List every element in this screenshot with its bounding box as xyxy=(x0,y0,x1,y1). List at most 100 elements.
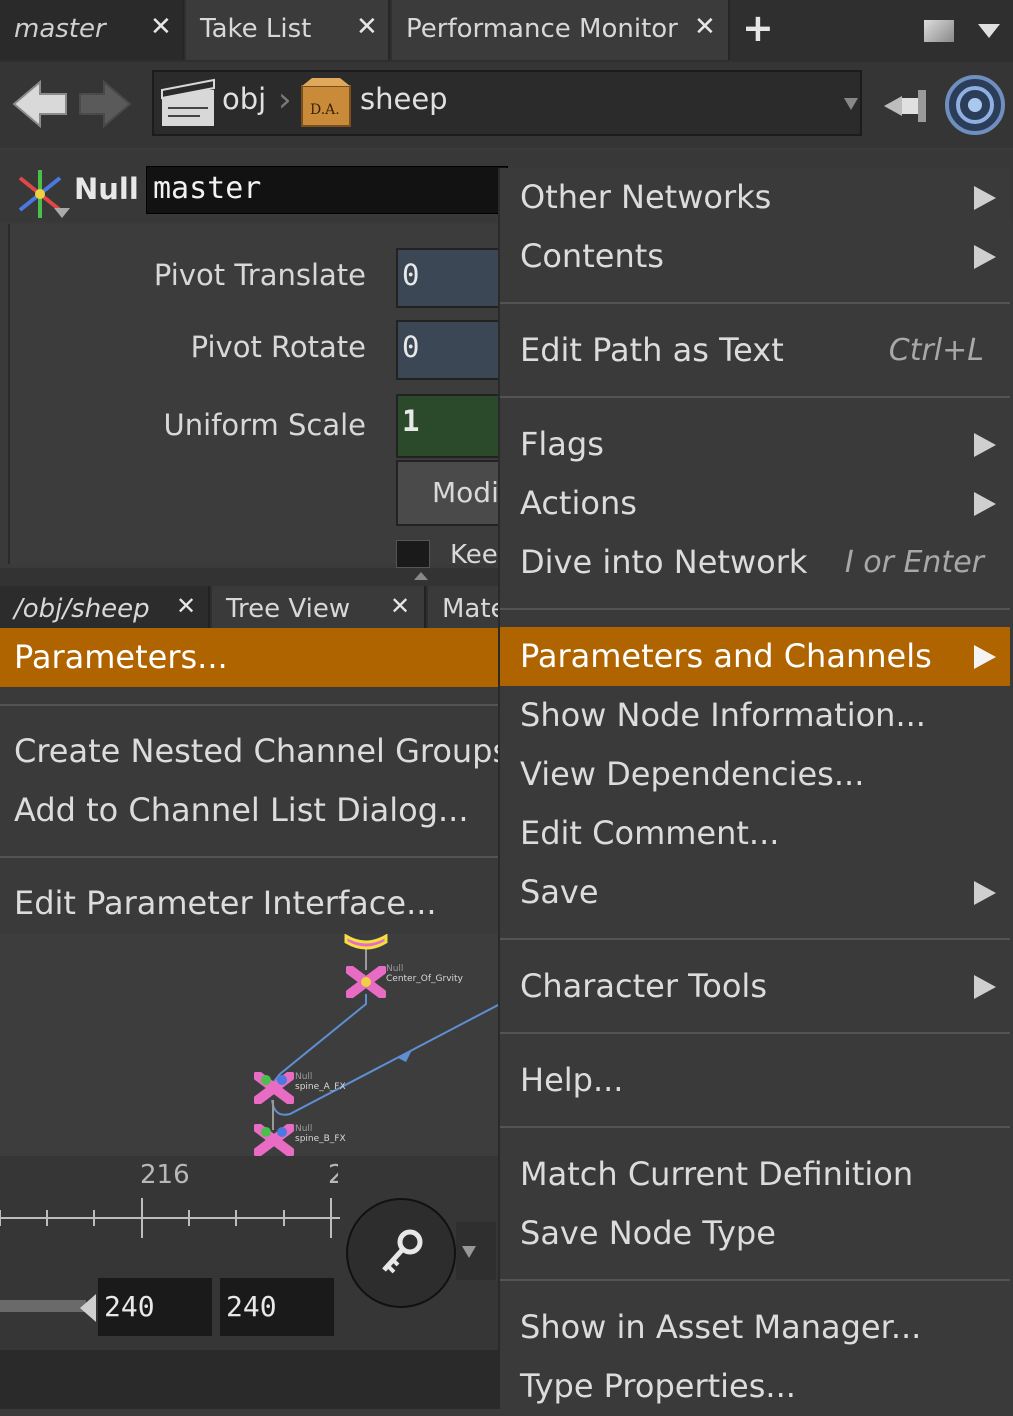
pane-splitter[interactable] xyxy=(0,568,500,586)
menu-item-parameters-and-channels[interactable]: Parameters and Channels xyxy=(500,627,1010,686)
menu-item-save-node-type[interactable]: Save Node Type xyxy=(500,1204,1010,1263)
pane-layout-icon[interactable] xyxy=(924,20,954,42)
timeline[interactable]: 216 2 240 240 xyxy=(0,1156,500,1356)
submenu-arrow-icon xyxy=(974,645,996,669)
menu-item-dive-into-network[interactable]: Dive into Network I or Enter xyxy=(500,533,1010,592)
menu-item-contents[interactable]: Contents xyxy=(500,227,1010,286)
null-node-shape-icon xyxy=(253,1123,295,1157)
pin-icon[interactable] xyxy=(880,84,940,128)
tab-label: Performance Monitor xyxy=(406,14,678,44)
close-icon[interactable]: ✕ xyxy=(356,12,378,42)
node-name-label: spine_A_FX xyxy=(295,1082,346,1092)
menu-item-edit-comment[interactable]: Edit Comment... xyxy=(500,804,1010,863)
network-editor[interactable]: Null Center_Of_Grvity Null spine_A_FX Nu… xyxy=(0,934,500,1157)
submenu-arrow-icon xyxy=(974,245,996,269)
node-context-menu: Other Networks Contents Edit Path as Tex… xyxy=(498,168,1010,1409)
range-slider-bar[interactable] xyxy=(0,1300,86,1312)
modify-button-label: Modi xyxy=(432,476,499,509)
menu-separator xyxy=(500,1126,1010,1128)
modify-button[interactable]: Modi xyxy=(396,460,504,526)
param-field-pivot-rotate[interactable]: 0 xyxy=(396,320,504,380)
menu-item-view-dependencies[interactable]: View Dependencies... xyxy=(500,745,1010,804)
menu-item-type-properties[interactable]: Type Properties... xyxy=(500,1357,1010,1416)
tab-obj-sheep[interactable]: /obj/sheep ✕ xyxy=(0,586,210,630)
close-icon[interactable]: ✕ xyxy=(694,12,716,42)
network-wires xyxy=(271,934,500,1130)
tab-tree-view[interactable]: Tree View ✕ xyxy=(212,586,426,630)
range-start-field[interactable]: 240 xyxy=(98,1278,212,1336)
menu-item-show-in-asset-manager[interactable]: Show in Asset Manager... xyxy=(500,1298,1010,1357)
menu-item-help[interactable]: Help... xyxy=(500,1051,1010,1110)
menu-item-label: Dive into Network xyxy=(520,543,808,581)
keep-checkbox[interactable] xyxy=(396,540,430,568)
forward-arrow-icon[interactable] xyxy=(78,76,134,132)
menu-item-show-node-information[interactable]: Show Node Information... xyxy=(500,686,1010,745)
key-button[interactable] xyxy=(346,1198,456,1308)
path-dropdown-chevron-down-icon[interactable] xyxy=(844,98,858,110)
node-type-label: Null xyxy=(74,172,139,206)
param-value: 0 xyxy=(402,258,420,292)
breadcrumb-obj[interactable]: obj xyxy=(222,82,266,116)
close-icon[interactable]: ✕ xyxy=(150,12,172,42)
collapse-up-icon[interactable] xyxy=(414,572,428,580)
breadcrumb-separator-icon: › xyxy=(278,80,292,120)
back-arrow-icon[interactable] xyxy=(10,76,70,132)
pane-menu-chevron-down-icon[interactable] xyxy=(978,24,1000,38)
menu-item-edit-parameter-interface[interactable]: Edit Parameter Interface... xyxy=(0,874,500,933)
tab-material[interactable]: Mate xyxy=(428,586,502,630)
range-slider-handle[interactable] xyxy=(80,1294,96,1322)
node-menu-chevron-down-icon[interactable] xyxy=(54,208,70,218)
tab-label: Take List xyxy=(200,14,312,44)
close-icon[interactable]: ✕ xyxy=(176,592,196,620)
menu-item-actions[interactable]: Actions xyxy=(500,474,1010,533)
timeline-ruler xyxy=(0,1198,340,1238)
menu-item-save[interactable]: Save xyxy=(500,863,1010,922)
param-field-pivot-translate[interactable]: 0 xyxy=(396,248,504,308)
submenu-arrow-icon xyxy=(974,186,996,210)
network-node[interactable] xyxy=(253,1123,295,1160)
menu-separator xyxy=(500,1279,1010,1281)
key-options-button[interactable] xyxy=(456,1222,496,1280)
menu-item-shortcut: Ctrl+L xyxy=(888,333,984,368)
add-tab-icon[interactable]: + xyxy=(742,6,774,50)
tab-label: master xyxy=(14,14,106,44)
menu-item-parameters[interactable]: Parameters... xyxy=(0,628,500,687)
param-value: 1 xyxy=(402,404,420,438)
pane-tab-bar: master ✕ Take List ✕ Performance Monitor… xyxy=(0,0,1013,62)
menu-item-edit-path-as-text[interactable]: Edit Path as Text Ctrl+L xyxy=(500,321,1010,380)
menu-item-label: Save xyxy=(520,873,599,911)
menu-item-label: Edit Comment... xyxy=(520,814,780,852)
menu-separator xyxy=(500,608,1010,610)
key-icon xyxy=(382,1229,423,1274)
breadcrumb-sheep[interactable]: sheep xyxy=(360,82,448,116)
menu-item-character-tools[interactable]: Character Tools xyxy=(500,957,1010,1016)
network-node[interactable] xyxy=(345,965,387,1002)
tab-master[interactable]: master ✕ xyxy=(0,0,184,60)
range-start-value: 240 xyxy=(104,1290,155,1323)
node-name-label: Center_Of_Grvity xyxy=(386,974,463,984)
menu-item-add-to-channel-list-dialog[interactable]: Add to Channel List Dialog... xyxy=(0,781,500,840)
menu-item-label: Actions xyxy=(520,484,637,522)
menu-item-match-current-definition[interactable]: Match Current Definition xyxy=(500,1145,1010,1204)
menu-separator xyxy=(0,856,500,858)
timeline-tick-label: 216 xyxy=(140,1160,190,1190)
network-node[interactable] xyxy=(253,1071,295,1108)
tab-take-list[interactable]: Take List ✕ xyxy=(186,0,390,60)
menu-item-create-nested-channel-groups[interactable]: Create Nested Channel Groups xyxy=(0,722,509,781)
range-end-field[interactable]: 240 xyxy=(220,1278,334,1336)
link-network-icon[interactable] xyxy=(944,74,1006,136)
menu-item-flags[interactable]: Flags xyxy=(500,415,1010,474)
status-bar xyxy=(0,1350,500,1409)
menu-item-other-networks[interactable]: Other Networks xyxy=(500,168,1010,227)
param-field-uniform-scale[interactable]: 1 xyxy=(396,394,504,458)
submenu-arrow-icon xyxy=(974,433,996,457)
tab-performance-monitor[interactable]: Performance Monitor ✕ xyxy=(392,0,730,60)
path-breadcrumb[interactable]: obj › D.A. sheep xyxy=(152,70,862,136)
range-end-value: 240 xyxy=(226,1290,277,1323)
node-type-tag: Null xyxy=(386,964,404,974)
menu-separator xyxy=(500,1032,1010,1034)
menu-item-label: Add to Channel List Dialog... xyxy=(14,791,469,829)
close-icon[interactable]: ✕ xyxy=(390,592,410,620)
keep-checkbox-label: Kee xyxy=(450,540,498,564)
node-name-field[interactable]: master xyxy=(146,166,508,214)
